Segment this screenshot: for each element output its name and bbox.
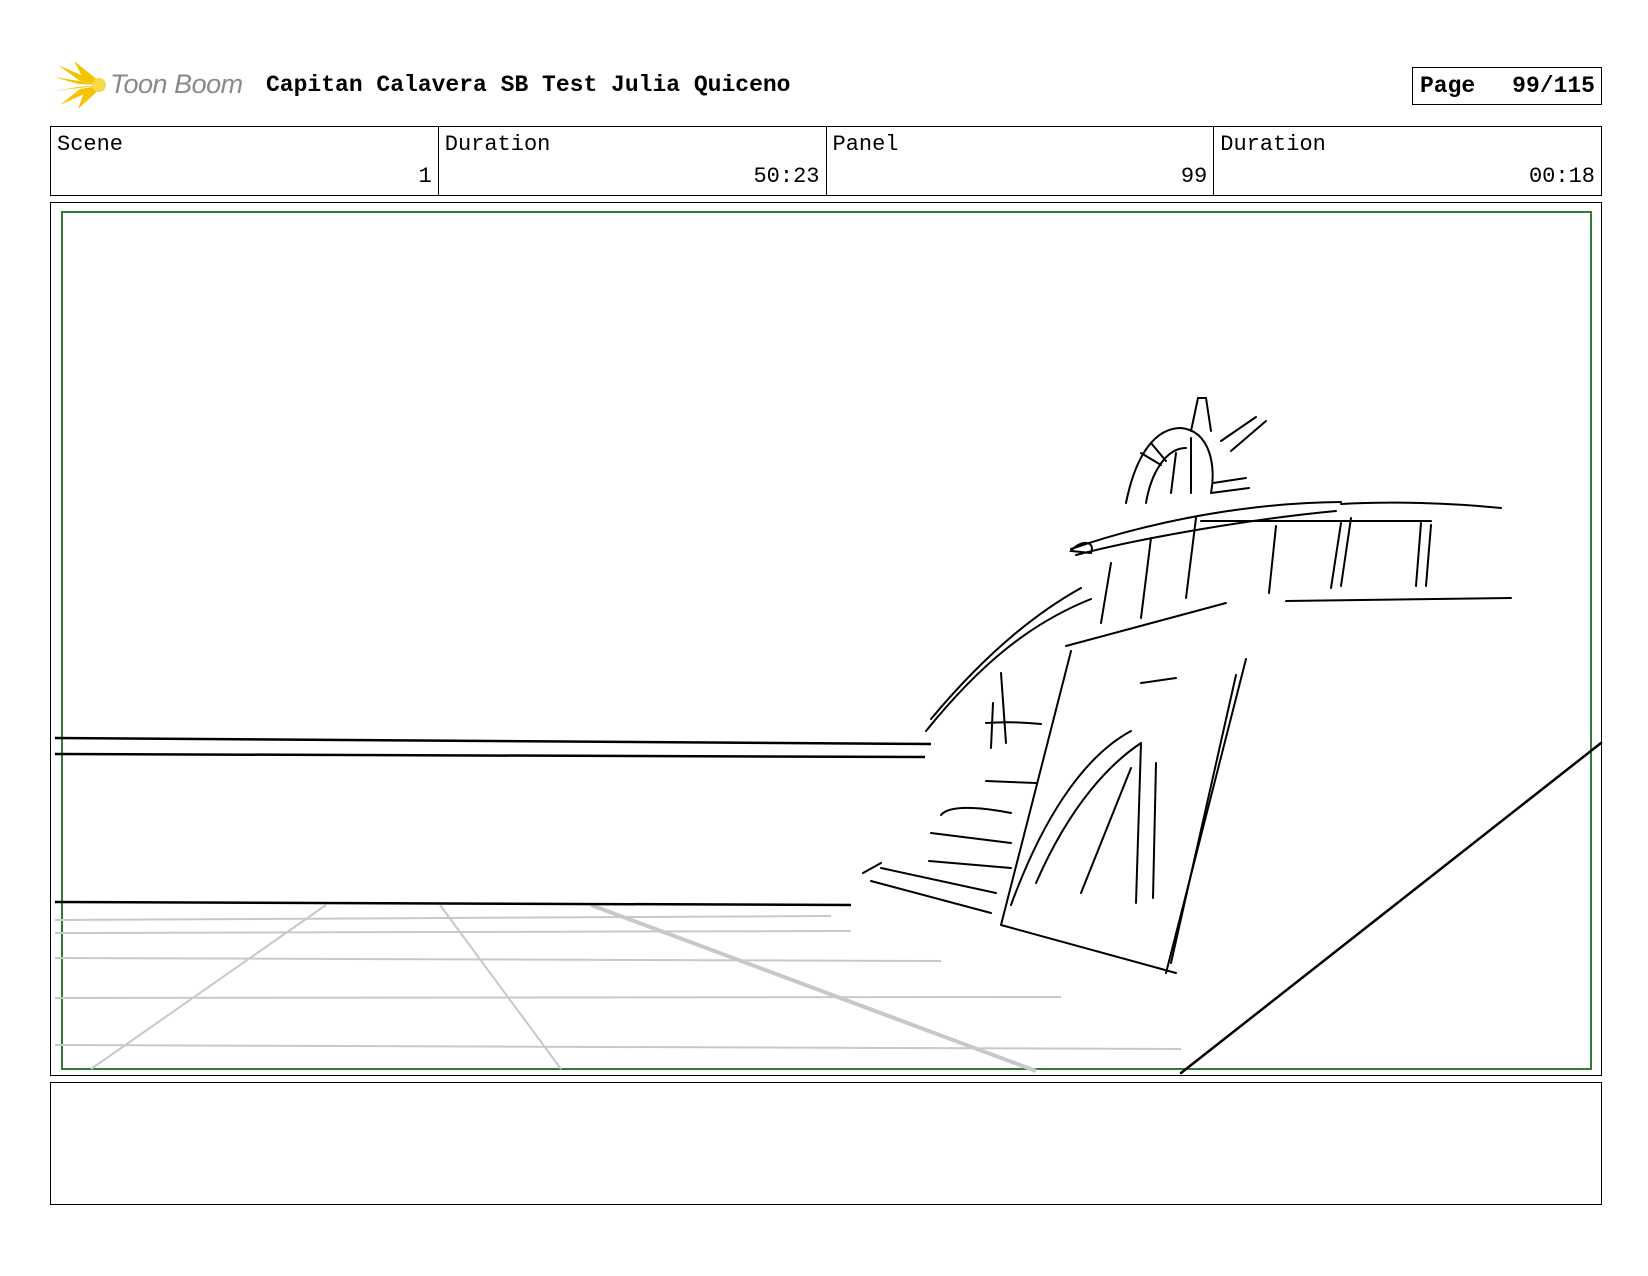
storyboard-title: Capitan Calavera SB Test Julia Quiceno	[266, 72, 791, 98]
panel-notes-box	[50, 1082, 1602, 1205]
panel-info-table: Scene 1 Duration 50:23 Panel 99 Duration…	[50, 126, 1602, 196]
page-header: Toon Boom Capitan Calavera SB Test Julia…	[50, 55, 1602, 115]
panel-value: 99	[1180, 164, 1208, 189]
storyboard-panel	[50, 202, 1603, 1076]
scene-label: Scene	[57, 132, 124, 157]
page-label: Page	[1420, 73, 1476, 99]
panel-duration-value: 00:18	[1528, 164, 1595, 189]
scene-duration-cell: Duration 50:23	[437, 127, 826, 195]
page-number: 99/115	[1512, 73, 1595, 99]
panel-cell: Panel 99	[825, 127, 1214, 195]
panel-duration-label: Duration	[1220, 132, 1326, 157]
panel-label: Panel	[832, 132, 899, 157]
toon-boom-logo: Toon Boom	[52, 59, 252, 111]
scene-value: 1	[418, 164, 432, 189]
ship-sketch	[862, 397, 1603, 1075]
scene-duration-label: Duration	[444, 132, 551, 157]
scene-cell: Scene 1	[51, 127, 438, 195]
safe-frame	[61, 211, 1592, 1070]
toon-boom-sunburst-icon	[54, 61, 106, 109]
panel-sketch	[54, 211, 1603, 1075]
panel-duration-cell: Duration 00:18	[1213, 127, 1601, 195]
logo-text: Toon Boom	[110, 69, 243, 99]
floor-guide-lines	[54, 903, 1182, 1073]
page-indicator: Page 99/115	[1412, 67, 1602, 105]
scene-duration-value: 50:23	[753, 164, 820, 189]
wall-lines	[54, 736, 932, 907]
